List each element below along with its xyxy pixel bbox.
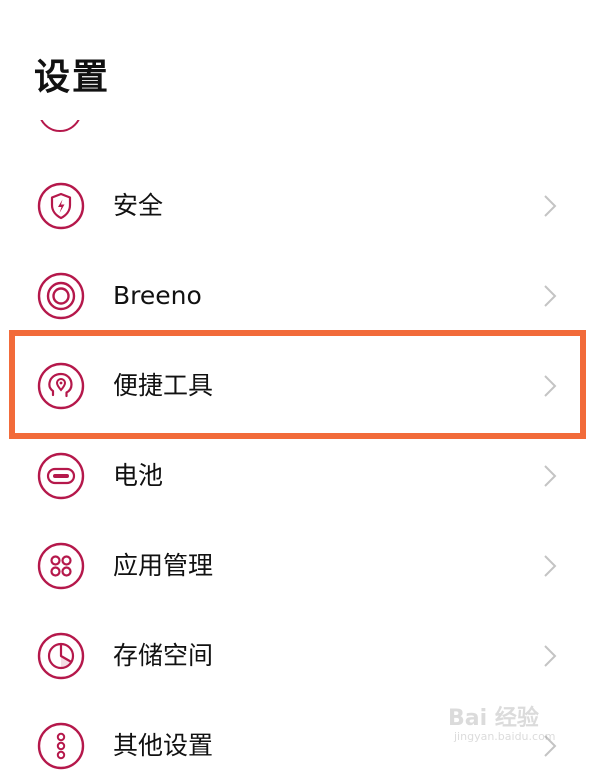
settings-item-label: 应用管理 — [113, 551, 214, 580]
pie-storage-icon — [37, 632, 85, 680]
head-pin-icon — [37, 362, 85, 410]
page-title: 设置 — [34, 57, 111, 98]
breeno-ring-icon — [37, 272, 85, 320]
chevron-right-icon — [540, 373, 560, 399]
settings-item-convenience-tools[interactable]: 便捷工具 — [0, 341, 591, 431]
chevron-right-icon — [540, 733, 560, 759]
settings-item-security[interactable]: 安全 — [0, 161, 591, 251]
settings-item-label: 安全 — [113, 191, 164, 220]
settings-item-app-management[interactable]: 应用管理 — [0, 521, 591, 611]
settings-list: 安全 Breeno 便捷工具 电池 应用管理 存储空间 其他设置 — [0, 120, 591, 772]
settings-item-label: 电池 — [113, 461, 164, 490]
more-dots-icon — [37, 722, 85, 770]
settings-item-label: Breeno — [113, 281, 202, 310]
settings-item-other-settings[interactable]: 其他设置 — [0, 701, 591, 772]
settings-item-label: 便捷工具 — [113, 371, 214, 400]
chevron-right-icon — [540, 463, 560, 489]
settings-item-battery[interactable]: 电池 — [0, 431, 591, 521]
battery-icon — [37, 452, 85, 500]
settings-item-label: 存储空间 — [113, 641, 214, 670]
chevron-right-icon — [540, 193, 560, 219]
chevron-right-icon — [540, 283, 560, 309]
settings-item-breeno[interactable]: Breeno — [0, 251, 591, 341]
settings-item-storage[interactable]: 存储空间 — [0, 611, 591, 701]
partial-item-icon — [38, 120, 82, 132]
shield-lightning-icon — [37, 182, 85, 230]
settings-item-label: 其他设置 — [113, 731, 214, 760]
chevron-right-icon — [540, 643, 560, 669]
app-grid-icon — [37, 542, 85, 590]
chevron-right-icon — [540, 553, 560, 579]
